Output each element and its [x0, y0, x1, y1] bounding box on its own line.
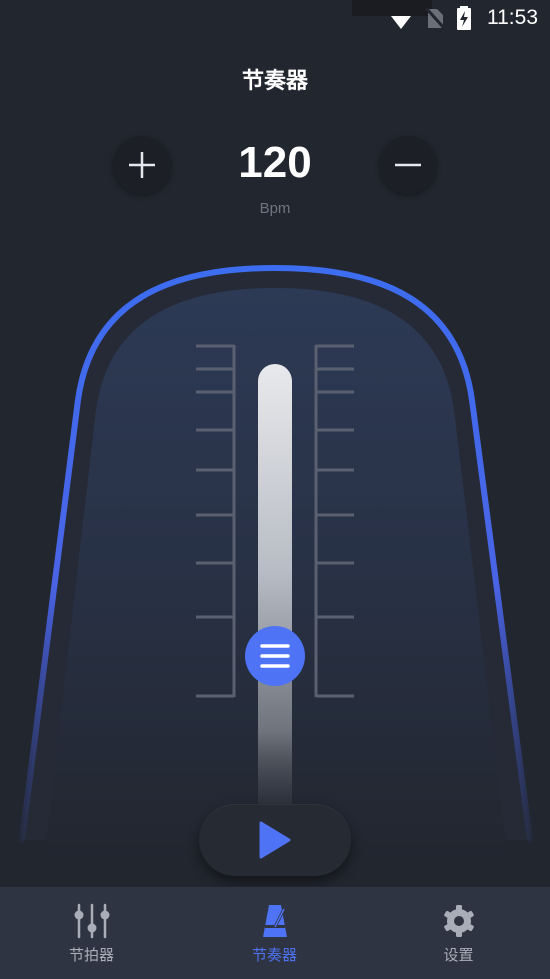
nav-item-settings[interactable]: 设置: [367, 887, 550, 979]
play-icon: [259, 821, 291, 859]
nav-item-rhythm[interactable]: 节奏器: [183, 887, 366, 979]
bottom-nav: 节拍器 节奏器 设置: [0, 887, 550, 979]
nav-label-rhythm: 节奏器: [251, 946, 297, 964]
metronome-icon: [262, 905, 287, 937]
sliders-icon: [74, 903, 109, 939]
play-button[interactable]: [199, 804, 351, 876]
pendulum-rod: [258, 364, 292, 824]
tempo-slider-handle[interactable]: [245, 626, 305, 686]
gear-icon: [443, 905, 474, 937]
nav-label-beat: 节拍器: [68, 946, 114, 964]
nav-item-beat[interactable]: 节拍器: [0, 887, 183, 979]
nav-label-settings: 设置: [443, 946, 474, 964]
metronome-body: [19, 264, 533, 860]
